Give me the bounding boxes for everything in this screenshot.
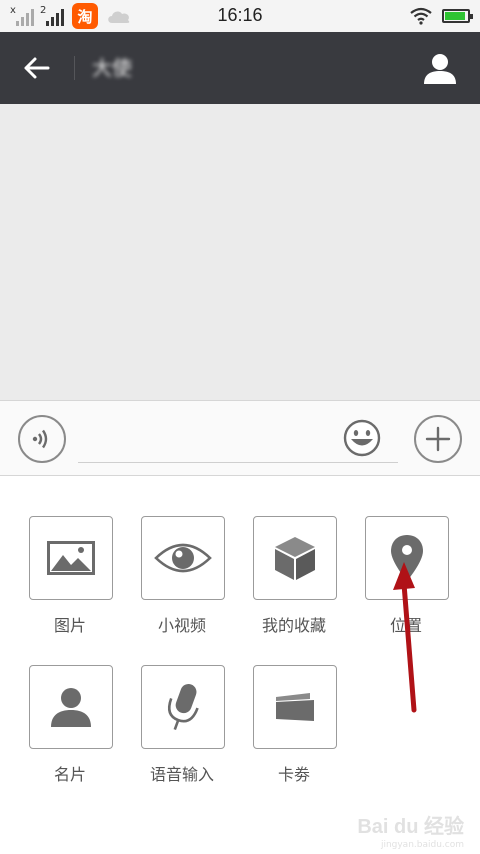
panel-item-label: 图片	[53, 616, 86, 635]
card-icon	[276, 693, 314, 721]
status-right	[410, 5, 473, 27]
back-button[interactable]	[14, 50, 58, 86]
chat-info-button[interactable]	[422, 50, 458, 86]
panel-item-image[interactable]: 图片	[13, 516, 125, 646]
plus-icon	[425, 426, 451, 452]
status-bar: x 2 淘 16:16	[0, 0, 480, 32]
screen: x 2 淘 16:16 大使 图片 小视频 我的收藏 位置 名片 语音输入 卡劵…	[0, 0, 480, 854]
cube-icon	[275, 537, 315, 580]
watermark-text: Bai du 经验	[357, 815, 464, 838]
location-pin-icon	[391, 535, 423, 581]
contact-card-tile[interactable]	[29, 665, 113, 749]
more-functions-button[interactable]	[414, 415, 462, 463]
panel-item-favorites[interactable]: 我的收藏	[237, 516, 349, 646]
message-list[interactable]	[0, 104, 480, 400]
image-icon	[47, 541, 95, 575]
voice-mode-button[interactable]	[18, 415, 66, 463]
wifi-icon	[410, 7, 432, 25]
person-icon	[424, 54, 456, 84]
smiley-icon[interactable]	[342, 418, 382, 458]
image-tile[interactable]	[29, 516, 113, 600]
person-card-icon	[51, 688, 91, 727]
header-divider	[74, 56, 75, 80]
voice-input-tile[interactable]	[141, 665, 225, 749]
voice-icon	[32, 429, 48, 449]
panel-item-label: 我的收藏	[261, 616, 326, 635]
short-video-tile[interactable]	[141, 516, 225, 600]
chat-header: 大使	[0, 32, 480, 104]
panel-item-label: 语音输入	[149, 765, 214, 784]
panel-item-label: 卡劵	[277, 765, 310, 784]
panel-item-short-video[interactable]: 小视频	[125, 516, 237, 646]
battery-fill	[445, 12, 465, 20]
panel-item-cards[interactable]: 卡劵	[237, 665, 349, 795]
input-bar	[0, 400, 480, 476]
watermark-sub: jingyan.baidu.com	[380, 840, 464, 850]
function-panel: 图片 小视频 我的收藏 位置 名片 语音输入 卡劵	[0, 477, 480, 854]
favorites-tile[interactable]	[253, 516, 337, 600]
location-tile[interactable]	[365, 516, 449, 600]
panel-item-contact-card[interactable]: 名片	[13, 665, 125, 795]
clock: 16:16	[217, 5, 263, 25]
panel-item-location[interactable]: 位置	[349, 516, 461, 646]
chat-title: 大使	[92, 56, 132, 80]
arrow-left-icon	[24, 57, 50, 79]
cards-tile[interactable]	[253, 665, 337, 749]
panel-item-label: 位置	[389, 616, 422, 635]
panel-item-label: 名片	[53, 765, 86, 784]
baidu-watermark: Bai du 经验 jingyan.baidu.com	[357, 804, 464, 851]
battery-icon	[442, 9, 473, 23]
microphone-icon	[168, 683, 199, 730]
panel-item-label: 小视频	[157, 616, 206, 635]
eye-icon	[154, 543, 212, 573]
panel-item-voice-input[interactable]: 语音输入	[125, 665, 237, 795]
